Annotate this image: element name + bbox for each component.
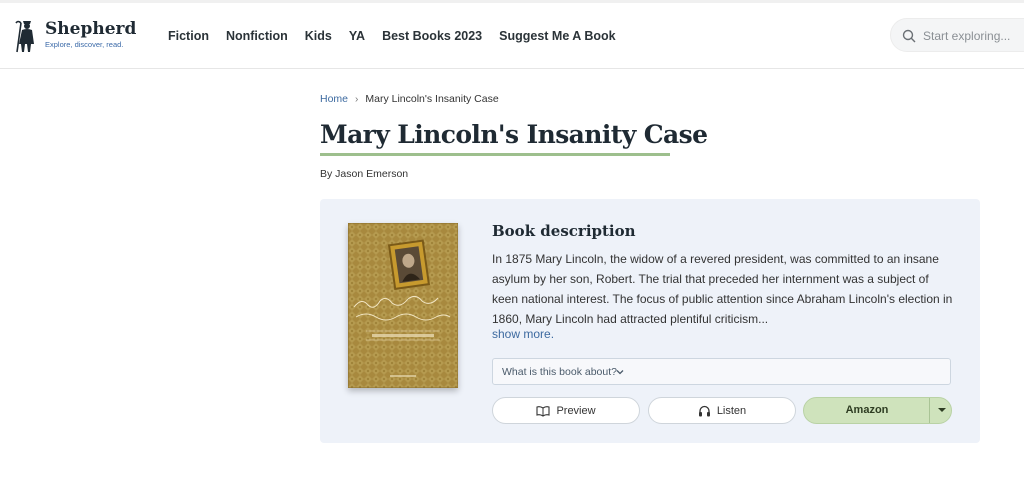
nav-item-kids[interactable]: Kids [305, 29, 332, 43]
main-nav: Fiction Nonfiction Kids YA Best Books 20… [168, 3, 633, 69]
search-icon [902, 29, 916, 43]
description-heading: Book description [492, 222, 636, 240]
about-book-label: What is this book about? [502, 366, 617, 378]
book-open-icon [536, 405, 550, 417]
title-underline [320, 153, 670, 156]
preview-button[interactable]: Preview [492, 397, 640, 424]
nav-item-nonfiction[interactable]: Nonfiction [226, 29, 288, 43]
breadcrumb-separator: › [355, 93, 359, 105]
site-header: Shepherd Explore, discover, read. Fictio… [0, 3, 1024, 69]
breadcrumb-home[interactable]: Home [320, 93, 348, 105]
nav-item-ya[interactable]: YA [349, 29, 365, 43]
listen-label: Listen [716, 404, 747, 417]
breadcrumb-current: Mary Lincoln's Insanity Case [365, 93, 499, 105]
amazon-label: Amazon [845, 404, 889, 416]
book-description: In 1875 Mary Lincoln, the widow of a rev… [492, 252, 953, 326]
amazon-button[interactable]: Amazon [803, 397, 952, 424]
brand-tagline: Explore, discover, read. [45, 40, 124, 49]
nav-item-fiction[interactable]: Fiction [168, 29, 209, 43]
preview-label: Preview [556, 404, 596, 417]
search-input[interactable] [923, 27, 1023, 45]
amazon-divider [929, 398, 930, 423]
breadcrumb: Home › Mary Lincoln's Insanity Case [320, 93, 499, 105]
headphones-icon [698, 405, 710, 416]
show-more-link[interactable]: show more. [492, 327, 554, 341]
nav-item-suggest-me-a-book[interactable]: Suggest Me A Book [499, 29, 615, 43]
author-byline: By Jason Emerson [320, 168, 409, 180]
listen-button[interactable]: Listen [648, 397, 796, 424]
book-card: Book description In 1875 Mary Lincoln, t… [320, 199, 980, 443]
logo[interactable]: Shepherd Explore, discover, read. [14, 17, 136, 55]
book-cover-image[interactable] [348, 223, 458, 388]
nav-item-best-books-2023[interactable]: Best Books 2023 [382, 29, 482, 43]
shepherd-logo-icon [15, 20, 34, 53]
chevron-down-icon [616, 370, 624, 375]
page-title: Mary Lincoln's Insanity Case [320, 120, 708, 149]
brand-name: Shepherd [45, 19, 137, 39]
logo-text: Shepherd Explore, discover, read. [45, 17, 136, 50]
search-box[interactable] [890, 18, 1024, 52]
caret-down-icon[interactable] [938, 408, 946, 412]
about-book-dropdown[interactable]: What is this book about? [492, 358, 951, 385]
